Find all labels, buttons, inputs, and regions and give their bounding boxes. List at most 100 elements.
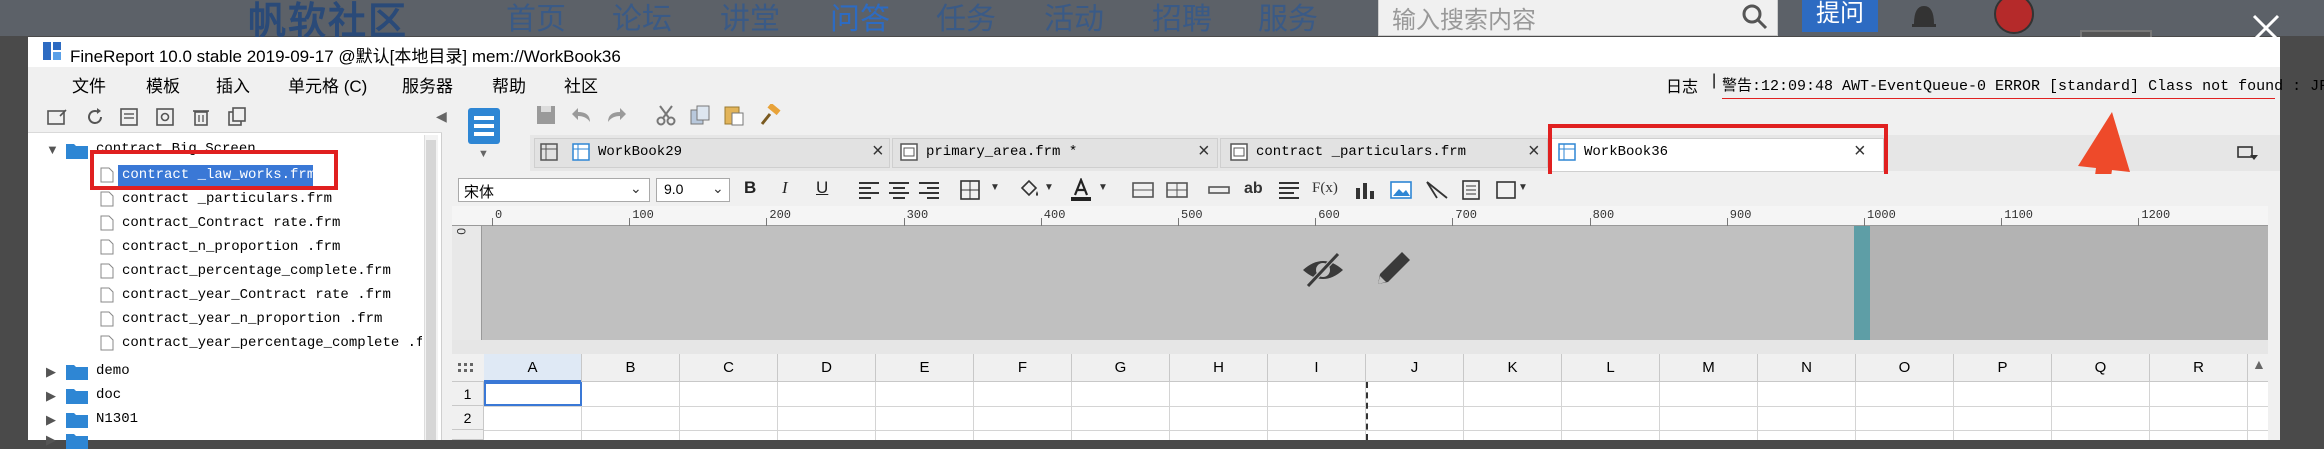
cut-icon[interactable]: [654, 104, 678, 126]
tree-file-year-contract-rate[interactable]: contract_year_Contract rate .frm: [122, 287, 391, 303]
slash-line-icon[interactable]: [1424, 178, 1450, 202]
tree-file-year-percentage-complete[interactable]: contract_year_percentage_complete .fr: [122, 335, 422, 351]
align-left-icon[interactable]: [856, 178, 882, 202]
tabs-menu-icon[interactable]: [2236, 144, 2260, 162]
save-icon[interactable]: [534, 104, 558, 126]
copy-icon[interactable]: [688, 104, 712, 126]
column-header-r[interactable]: R: [2150, 354, 2248, 382]
bold-button[interactable]: B: [744, 178, 756, 198]
border-icon[interactable]: [958, 178, 984, 202]
tree-expand-arrow[interactable]: ▶: [46, 364, 56, 380]
formula-button[interactable]: F(x): [1312, 180, 1338, 197]
column-header-d[interactable]: D: [778, 354, 876, 382]
tree-file-percentage-complete[interactable]: contract_percentage_complete.frm: [122, 263, 391, 279]
menu-insert[interactable]: 插入: [216, 72, 250, 97]
column-header-g[interactable]: G: [1072, 354, 1170, 382]
tree-file-n-proportion[interactable]: contract_n_proportion .frm: [122, 239, 340, 255]
menu-cell[interactable]: 单元格 (C): [288, 72, 367, 97]
cell-a1-selected[interactable]: [484, 382, 582, 406]
page-header-area[interactable]: [482, 226, 1854, 340]
paste-icon[interactable]: [722, 104, 746, 126]
tree-expand-arrow[interactable]: ▶: [46, 412, 56, 428]
align-center-icon[interactable]: [886, 178, 912, 202]
column-header-b[interactable]: B: [582, 354, 680, 382]
tree-expand-arrow[interactable]: ▶: [46, 432, 56, 448]
undo-icon[interactable]: [570, 104, 594, 126]
menu-template[interactable]: 模板: [146, 72, 180, 97]
tab-close-button[interactable]: ×: [1198, 140, 1210, 163]
column-header-q[interactable]: Q: [2052, 354, 2150, 382]
open-file-icon[interactable]: [118, 106, 140, 128]
bell-icon[interactable]: [1906, 0, 1942, 32]
tree-folder-n1301[interactable]: N1301: [96, 411, 138, 427]
column-header-c[interactable]: C: [680, 354, 778, 382]
underline-button[interactable]: U: [816, 178, 828, 198]
hidden-eye-icon[interactable]: [1300, 250, 1346, 290]
column-header-f[interactable]: F: [974, 354, 1072, 382]
site-nav-task[interactable]: 任务: [936, 0, 996, 38]
collapse-panel-arrow[interactable]: ◀: [436, 108, 447, 125]
cell-element-icon[interactable]: [1494, 178, 1520, 202]
pencil-icon[interactable]: [1370, 246, 1416, 292]
select-all-icon[interactable]: [456, 360, 476, 376]
menu-help[interactable]: 帮助: [492, 72, 526, 97]
tree-file-particulars[interactable]: contract _particulars.frm: [122, 191, 332, 207]
site-nav-service[interactable]: 服务: [1258, 0, 1318, 38]
ask-button[interactable]: 提问: [1802, 0, 1878, 32]
fill-color-icon[interactable]: [1016, 178, 1042, 202]
chart-icon[interactable]: [1352, 178, 1378, 202]
form-widget-icon[interactable]: [1458, 178, 1484, 202]
tree-file-contract-rate[interactable]: contract_Contract rate.frm: [122, 215, 340, 231]
text-wrap-icon[interactable]: [1276, 178, 1302, 202]
column-header-e[interactable]: E: [876, 354, 974, 382]
column-header-j[interactable]: J: [1366, 354, 1464, 382]
site-nav-qa[interactable]: 问答: [830, 0, 890, 38]
tree-scrollbar-thumb[interactable]: [426, 140, 436, 440]
merge-cells-icon[interactable]: [1130, 178, 1156, 202]
chevron-down-icon[interactable]: ▼: [1098, 182, 1108, 193]
split-cells-icon[interactable]: [1164, 178, 1190, 202]
insert-row-icon[interactable]: [1206, 178, 1232, 202]
tree-folder-doc[interactable]: doc: [96, 387, 121, 403]
align-right-icon[interactable]: [916, 178, 942, 202]
menu-server[interactable]: 服务器: [402, 72, 453, 97]
font-color-icon[interactable]: [1068, 178, 1094, 202]
copy-icon[interactable]: [226, 106, 248, 128]
column-header-k[interactable]: K: [1464, 354, 1562, 382]
chevron-down-icon[interactable]: ⌄: [712, 180, 724, 197]
row-header-3[interactable]: [452, 430, 484, 440]
column-header-m[interactable]: M: [1660, 354, 1758, 382]
delete-icon[interactable]: [190, 106, 212, 128]
column-header-i[interactable]: I: [1268, 354, 1366, 382]
log-button[interactable]: 日志: [1666, 73, 1698, 97]
text-abc-button[interactable]: ab: [1244, 180, 1263, 198]
column-header-p[interactable]: P: [1954, 354, 2052, 382]
site-nav-lecture[interactable]: 讲堂: [720, 0, 780, 38]
site-nav-home[interactable]: 首页: [506, 0, 566, 38]
column-header-l[interactable]: L: [1562, 354, 1660, 382]
template-dataset-icon[interactable]: [466, 106, 502, 146]
tree-expand-arrow[interactable]: ▶: [46, 388, 56, 404]
tab-close-button[interactable]: ×: [872, 140, 884, 163]
site-nav-jobs[interactable]: 招聘: [1152, 0, 1212, 38]
new-folder-icon[interactable]: [46, 106, 68, 128]
chevron-down-icon[interactable]: ▼: [1044, 182, 1054, 193]
column-header-o[interactable]: O: [1856, 354, 1954, 382]
menu-community[interactable]: 社区: [564, 72, 598, 97]
tree-folder-demo[interactable]: demo: [96, 363, 130, 379]
column-header-a[interactable]: A: [484, 354, 582, 382]
tab-close-button[interactable]: ×: [1528, 140, 1540, 163]
format-painter-icon[interactable]: [758, 104, 782, 126]
column-header-h[interactable]: H: [1170, 354, 1268, 382]
site-nav-forum[interactable]: 论坛: [612, 0, 672, 38]
row-header-2[interactable]: 2: [452, 406, 484, 430]
redo-icon[interactable]: [604, 104, 628, 126]
image-icon[interactable]: [1388, 178, 1414, 202]
row-header-1[interactable]: 1: [452, 382, 484, 406]
refresh-icon[interactable]: [84, 106, 106, 128]
italic-button[interactable]: I: [782, 178, 788, 198]
tree-expand-arrow[interactable]: ▼: [46, 142, 59, 157]
column-header-n[interactable]: N: [1758, 354, 1856, 382]
settings-icon[interactable]: [154, 106, 176, 128]
chevron-down-icon[interactable]: ▼: [478, 148, 489, 160]
